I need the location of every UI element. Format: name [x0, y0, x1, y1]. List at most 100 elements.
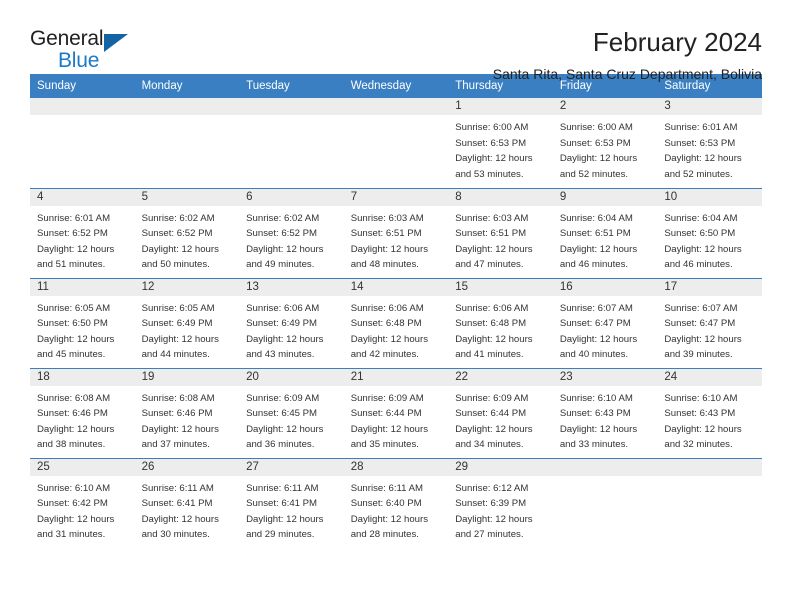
triangle-icon [104, 34, 128, 52]
day-details: Sunrise: 6:01 AM Sunset: 6:52 PM Daylight:… [30, 206, 135, 273]
sunrise-text: Sunrise: 6:11 AM [350, 482, 424, 494]
calendar-week-row: 11 Sunrise: 6:05 AM Sunset: 6:50 PM Dayligh… [30, 277, 762, 368]
daylight-text: Daylight: 12 hours and 45 minutes. [37, 333, 115, 361]
daylight-text: Daylight: 12 hours and 44 minutes. [141, 333, 219, 361]
day-number: 6 [239, 188, 344, 206]
day-number [30, 98, 135, 115]
sunrise-text: Sunrise: 6:05 AM [141, 302, 215, 314]
sunset-text: Sunset: 6:52 PM [141, 228, 213, 240]
day-cell-empty [239, 98, 344, 188]
day-cell[interactable]: 16 Sunrise: 6:07 AM Sunset: 6:47 PM Dayligh… [552, 277, 658, 368]
day-cell[interactable]: 6 Sunrise: 6:02 AM Sunset: 6:52 PM Daylight… [239, 187, 344, 278]
day-details: Sunrise: 6:04 AM Sunset: 6:50 PM Daylight:… [657, 206, 762, 273]
day-cell[interactable]: 11 Sunrise: 6:05 AM Sunset: 6:50 PM Dayligh… [30, 277, 135, 368]
day-cell[interactable]: 21 Sunrise: 6:09 AM Sunset: 6:44 PM Dayligh… [343, 367, 449, 458]
sunset-text: Sunset: 6:50 PM [37, 318, 108, 330]
day-cell[interactable]: 17 Sunrise: 6:07 AM Sunset: 6:47 PM Dayligh… [657, 277, 762, 368]
sunset-text: Sunset: 6:46 PM [141, 408, 213, 420]
day-number: 22 [448, 368, 553, 386]
sunset-text: Sunset: 6:47 PM [559, 318, 631, 330]
sunrise-text: Sunrise: 6:06 AM [246, 302, 320, 314]
day-cell[interactable]: 12 Sunrise: 6:05 AM Sunset: 6:49 PM Dayligh… [134, 277, 240, 368]
day-details: Sunrise: 6:03 AM Sunset: 6:51 PM Daylight:… [448, 206, 553, 273]
day-details: Sunrise: 6:10 AM Sunset: 6:42 PM Daylight:… [30, 476, 135, 543]
day-cell[interactable]: 27 Sunrise: 6:11 AM Sunset: 6:41 PM Dayligh… [239, 457, 344, 548]
daylight-text: Daylight: 12 hours and 46 minutes. [664, 243, 742, 271]
day-cell[interactable]: 9 Sunrise: 6:04 AM Sunset: 6:51 PM Daylight… [552, 187, 658, 278]
brand-logo[interactable]: General Blue [30, 28, 138, 74]
day-cell[interactable]: 19 Sunrise: 6:08 AM Sunset: 6:46 PM Dayligh… [134, 367, 240, 458]
sunrise-text: Sunrise: 6:07 AM [664, 302, 738, 314]
daylight-text: Daylight: 12 hours and 29 minutes. [246, 513, 324, 541]
page-subtitle: Santa Rita, Santa Cruz Department, Boliv… [492, 65, 762, 82]
day-details: Sunrise: 6:04 AM Sunset: 6:51 PM Daylight:… [553, 206, 658, 273]
day-number: 3 [657, 98, 762, 115]
day-cell-empty [134, 98, 240, 188]
day-cell[interactable]: 24 Sunrise: 6:10 AM Sunset: 6:43 PM Dayligh… [657, 367, 762, 458]
day-cell[interactable]: 8 Sunrise: 6:03 AM Sunset: 6:51 PM Daylight… [448, 187, 553, 278]
day-cell[interactable]: 7 Sunrise: 6:03 AM Sunset: 6:51 PM Daylight… [343, 187, 449, 278]
sunset-text: Sunset: 6:42 PM [37, 498, 108, 510]
sunrise-text: Sunrise: 6:11 AM [141, 482, 214, 494]
day-details: Sunrise: 6:11 AM Sunset: 6:41 PM Daylight:… [239, 476, 344, 543]
daylight-text: Daylight: 12 hours and 46 minutes. [559, 243, 638, 271]
day-cell[interactable]: 20 Sunrise: 6:09 AM Sunset: 6:45 PM Dayligh… [239, 367, 344, 458]
sunrise-text: Sunrise: 6:11 AM [246, 482, 319, 494]
day-cell[interactable]: 3 Sunrise: 6:01 AM Sunset: 6:53 PM Daylight… [657, 98, 762, 188]
sunset-text: Sunset: 6:52 PM [246, 228, 318, 240]
sunset-text: Sunset: 6:47 PM [664, 318, 736, 330]
day-cell[interactable]: 2 Sunrise: 6:00 AM Sunset: 6:53 PM Daylight… [552, 98, 658, 188]
day-number: 1 [448, 98, 553, 115]
daylight-text: Daylight: 12 hours and 32 minutes. [664, 423, 742, 451]
sunrise-text: Sunrise: 6:09 AM [246, 392, 320, 404]
day-cell[interactable]: 5 Sunrise: 6:02 AM Sunset: 6:52 PM Daylight… [134, 187, 240, 278]
day-cell[interactable]: 10 Sunrise: 6:04 AM Sunset: 6:50 PM Dayligh… [657, 187, 762, 278]
day-details: Sunrise: 6:08 AM Sunset: 6:46 PM Daylight:… [30, 386, 135, 453]
sunrise-text: Sunrise: 6:09 AM [455, 392, 529, 404]
daylight-text: Daylight: 12 hours and 40 minutes. [559, 333, 638, 361]
day-cell[interactable]: 18 Sunrise: 6:08 AM Sunset: 6:46 PM Dayligh… [30, 367, 135, 458]
day-details: Sunrise: 6:02 AM Sunset: 6:52 PM Daylight:… [135, 206, 240, 273]
day-details: Sunrise: 6:05 AM Sunset: 6:50 PM Daylight:… [30, 296, 135, 363]
sunrise-text: Sunrise: 6:06 AM [350, 302, 424, 314]
daylight-text: Daylight: 12 hours and 37 minutes. [141, 423, 219, 451]
sunrise-text: Sunrise: 6:10 AM [37, 482, 111, 494]
day-number: 14 [343, 278, 449, 296]
day-cell[interactable]: 25 Sunrise: 6:10 AM Sunset: 6:42 PM Dayligh… [30, 457, 135, 548]
day-number: 10 [657, 188, 762, 206]
day-number: 21 [343, 368, 449, 386]
day-cell[interactable]: 4 Sunrise: 6:01 AM Sunset: 6:52 PM Daylight… [30, 187, 135, 278]
daylight-text: Daylight: 12 hours and 41 minutes. [455, 333, 533, 361]
day-cell[interactable]: 29 Sunrise: 6:12 AM Sunset: 6:39 PM Dayligh… [448, 457, 553, 548]
day-cell[interactable]: 28 Sunrise: 6:11 AM Sunset: 6:40 PM Dayligh… [343, 457, 449, 548]
sunset-text: Sunset: 6:44 PM [350, 408, 422, 420]
day-cell-empty [343, 98, 449, 188]
day-details: Sunrise: 6:11 AM Sunset: 6:40 PM Daylight:… [344, 476, 449, 543]
daylight-text: Daylight: 12 hours and 28 minutes. [350, 513, 429, 541]
day-number: 16 [552, 278, 658, 296]
day-cell[interactable]: 1 Sunrise: 6:00 AM Sunset: 6:53 PM Daylight… [448, 98, 553, 188]
daylight-text: Daylight: 12 hours and 52 minutes. [559, 153, 638, 180]
sunset-text: Sunset: 6:45 PM [246, 408, 318, 420]
day-details: Sunrise: 6:00 AM Sunset: 6:53 PM Daylight:… [553, 115, 658, 182]
day-cell[interactable]: 15 Sunrise: 6:06 AM Sunset: 6:48 PM Dayligh… [448, 277, 553, 368]
weekday-header-wednesday: Wednesday [343, 74, 449, 98]
day-number: 27 [239, 458, 344, 476]
daylight-text: Daylight: 12 hours and 42 minutes. [350, 333, 429, 361]
calendar-grid: Sunday Monday Tuesday Wednesday Thursday… [30, 74, 762, 548]
day-cell[interactable]: 13 Sunrise: 6:06 AM Sunset: 6:49 PM Dayligh… [239, 277, 344, 368]
day-cell[interactable]: 26 Sunrise: 6:11 AM Sunset: 6:41 PM Dayligh… [134, 457, 240, 548]
day-number [657, 458, 762, 476]
sunset-text: Sunset: 6:52 PM [37, 228, 108, 240]
day-details: Sunrise: 6:07 AM Sunset: 6:47 PM Daylight:… [657, 296, 762, 363]
calendar-body: 1 Sunrise: 6:00 AM Sunset: 6:53 PM Daylight… [30, 98, 762, 548]
day-cell[interactable]: 22 Sunrise: 6:09 AM Sunset: 6:44 PM Dayligh… [448, 367, 553, 458]
day-cell[interactable]: 23 Sunrise: 6:10 AM Sunset: 6:43 PM Dayligh… [552, 367, 658, 458]
day-number [343, 98, 449, 115]
sunrise-text: Sunrise: 6:08 AM [141, 392, 215, 404]
day-details: Sunrise: 6:09 AM Sunset: 6:44 PM Daylight:… [448, 386, 553, 453]
day-cell[interactable]: 14 Sunrise: 6:06 AM Sunset: 6:48 PM Dayligh… [343, 277, 449, 368]
day-details: Sunrise: 6:11 AM Sunset: 6:41 PM Daylight:… [135, 476, 240, 543]
day-number: 9 [552, 188, 658, 206]
sunset-text: Sunset: 6:53 PM [664, 137, 736, 149]
